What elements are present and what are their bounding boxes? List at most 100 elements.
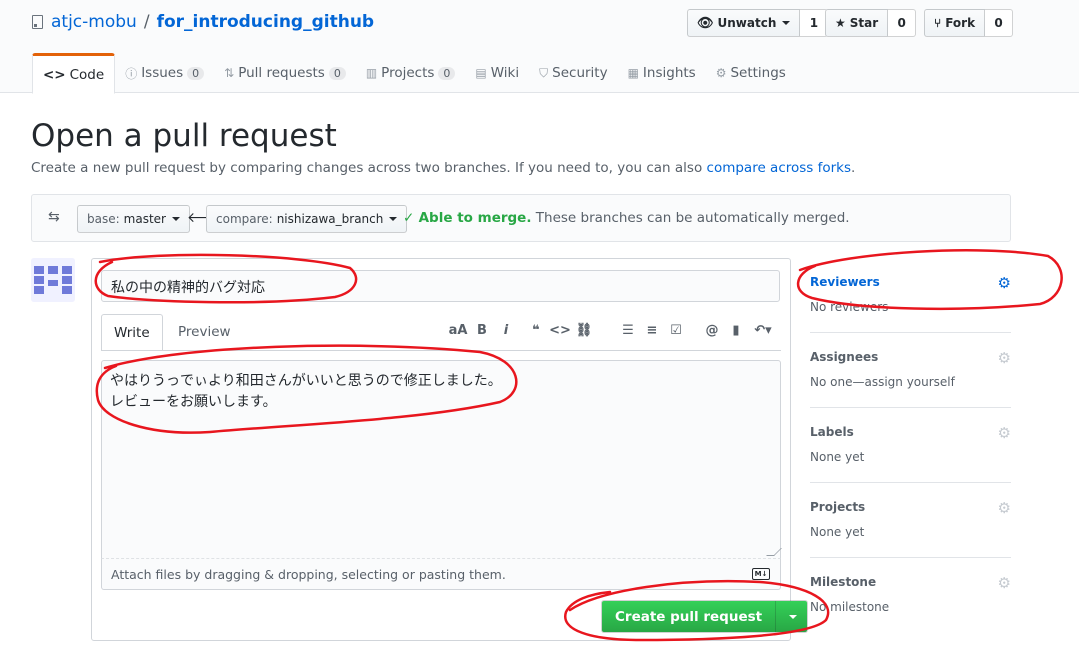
bold-icon[interactable]: B [470,320,494,340]
reply-icon[interactable]: ↶▾ [748,320,778,340]
ordered-list-icon[interactable]: ≡ [640,320,664,340]
assignees-label: Assignees [810,350,879,364]
sidebar-milestone[interactable]: Milestone ⚙ No milestone [810,574,1011,614]
chevron-down-icon [788,614,797,619]
sidebar-projects[interactable]: Projects ⚙ None yet [810,499,1011,539]
star-group: ★ Star 0 [825,9,917,37]
create-pull-request-button[interactable]: Create pull request [602,601,776,632]
compare-branch-value: nishizawa_branch [276,212,384,226]
sidebar-divider [810,557,1011,558]
body-textarea[interactable]: やはりうっでぃより和田さんがいいと思うので修正しました。 レビューをお願いします… [101,360,782,559]
star-count[interactable]: 0 [888,9,917,37]
check-icon: ✓ [403,210,415,226]
fork-group: ⑂ Fork 0 [924,9,1014,37]
code-icon[interactable]: <> [548,320,572,340]
projects-value: None yet [810,525,865,539]
mention-icon[interactable]: @ [700,320,724,340]
create-pull-request-dropdown[interactable] [775,601,808,632]
compare-branch-select[interactable]: compare: nishizawa_branch [206,205,408,233]
tab-issues-count: 0 [187,66,205,80]
milestone-label: Milestone [810,575,877,589]
star-icon: ★ [835,16,846,30]
book-icon: ▤ [475,66,487,80]
tab-pull-requests-label: Pull requests [238,65,325,81]
reviewers-label: Reviewers [810,275,880,289]
tab-settings-label: Settings [730,65,786,81]
task-list-icon[interactable]: ☑ [664,320,688,340]
header-icon[interactable]: aA [446,320,470,340]
repo-separator: / [143,12,150,32]
labels-label: Labels [810,425,854,439]
subtitle-end: . [851,160,856,176]
compare-branch-label: compare: [216,212,273,226]
merge-status-label: Able to merge. [418,210,532,226]
merge-status: ✓ Able to merge. These branches can be a… [403,210,850,226]
tab-code[interactable]: <> Code [32,53,116,94]
title-input[interactable]: 私の中の精神的バグ対応 [101,270,780,302]
chevron-down-icon [782,21,791,25]
tab-pull-requests-count: 0 [328,66,346,80]
unwatch-button[interactable]: 👁 Unwatch [687,9,801,37]
gear-icon[interactable]: ⚙ [998,424,1011,442]
compare-swap-icon: ⇆ [48,209,60,225]
tab-write[interactable]: Write [101,314,163,351]
tab-projects-count: 0 [438,66,456,80]
tab-projects[interactable]: ▥ Projects 0 [356,53,466,93]
tab-projects-label: Projects [381,65,435,81]
fork-label: Fork [945,16,976,30]
tab-wiki-label: Wiki [490,65,520,81]
quote-icon[interactable]: ❝ [524,320,548,340]
subtitle-text: Create a new pull request by comparing c… [31,160,707,176]
file-attach-zone[interactable]: Attach files by dragging & dropping, sel… [101,559,781,590]
assignees-value: No one—assign yourself [810,375,955,389]
pull-request-icon: ⇅ [224,66,235,80]
sidebar-assignees[interactable]: Assignees ⚙ No one—assign yourself [810,349,1011,389]
tab-security[interactable]: ⛉ Security [529,53,617,93]
format-toolbar-text: aA B i [446,320,518,340]
tab-pull-requests[interactable]: ⇅ Pull requests 0 [214,53,356,93]
fork-icon: ⑂ [934,16,942,30]
gear-icon[interactable]: ⚙ [998,574,1011,592]
repo-icon [32,15,43,29]
repo-header: atjc-mobu / for_introducing_github 👁 Unw… [0,0,1079,94]
watch-group: 👁 Unwatch 1 [687,9,829,37]
gear-icon[interactable]: ⚙ [998,349,1011,367]
sidebar-reviewers[interactable]: Reviewers ⚙ No reviewers [810,274,1011,314]
tab-insights[interactable]: ▦ Insights [618,53,706,93]
fork-count[interactable]: 0 [985,9,1014,37]
repo-name-link[interactable]: for_introducing_github [157,12,375,32]
markdown-icon[interactable]: M↓ [752,568,770,580]
italic-icon[interactable]: i [494,320,518,340]
tab-preview[interactable]: Preview [166,314,243,350]
avatar[interactable] [31,258,75,302]
bookmark-icon[interactable]: ▮ [724,320,748,340]
tab-security-label: Security [552,65,608,81]
gear-icon[interactable]: ⚙ [998,499,1011,517]
milestone-value: No milestone [810,600,890,614]
sidebar-labels[interactable]: Labels ⚙ None yet [810,424,1011,464]
gear-icon[interactable]: ⚙ [998,274,1011,292]
repo-owner-link[interactable]: atjc-mobu [51,12,137,32]
unwatch-label: Unwatch [717,16,777,30]
star-label: Star [849,16,879,30]
create-pull-request-group: Create pull request [601,600,809,633]
tab-wiki[interactable]: ▤ Wiki [465,53,529,93]
eye-icon: 👁 [697,15,714,31]
fork-button[interactable]: ⑂ Fork [924,9,986,37]
resize-handle[interactable] [766,548,782,556]
tab-settings[interactable]: ⚙ Settings [706,53,796,93]
code-icon: <> [43,66,66,83]
format-toolbar-lists: ☰ ≡ ☑ [616,320,688,340]
unordered-list-icon[interactable]: ☰ [616,320,640,340]
graph-icon: ▦ [627,66,639,80]
repo-title: atjc-mobu / for_introducing_github [32,12,374,32]
tab-issues[interactable]: ⓘ Issues 0 [115,53,214,93]
link-icon[interactable]: ⛓ [572,320,596,340]
chevron-down-icon [171,217,180,221]
sidebar-divider [810,332,1011,333]
body-line: レビューをお願いします。 [110,394,277,410]
star-button[interactable]: ★ Star [825,9,889,37]
base-branch-select[interactable]: base: master [77,205,190,233]
compare-forks-link[interactable]: compare across forks [707,160,852,176]
sidebar-divider [810,407,1011,408]
